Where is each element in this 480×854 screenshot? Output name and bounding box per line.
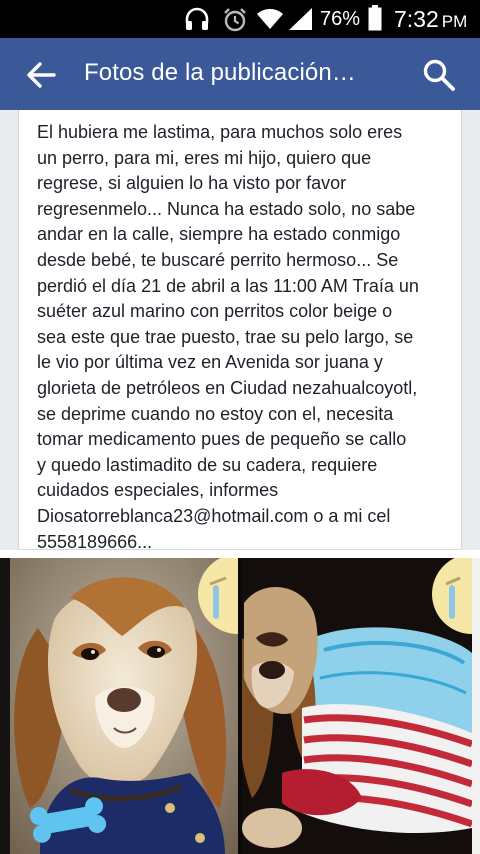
post-text-line: perdió el día 21 de abril a las 11:00 AM… [37,275,419,296]
post-text-line: suéter azul marino con perritos color be… [37,301,393,322]
photo-edge [472,558,480,854]
post-text: El hubiera me lastima, para muchos solo … [37,120,457,555]
search-icon[interactable] [422,58,456,92]
status-bar: 76% 7:32 PM [0,0,480,38]
wifi-icon [257,8,283,29]
post-text-line: regresenmelo... Nunca ha estado solo, no… [37,198,416,219]
post-text-line: cuidados especiales, informes [37,480,279,501]
page-title: Fotos de la publicación… [84,59,356,86]
battery-icon [368,5,382,31]
post-text-line: El hubiera me lastima, para muchos solo … [37,122,403,142]
post-text-line: desde bebé, te buscaré perrito hermoso..… [37,249,399,270]
post-text-line: y quedo lastimadito de su cadera, requie… [37,454,378,475]
post-text-line: un perro, para mi, eres mi hijo, quiero … [37,147,372,168]
signal-icon [289,8,312,30]
separator [0,550,480,558]
post-text-line: glorieta de petróleos en Ciudad nezahual… [37,377,418,398]
post-text-line: andar en la calle, siempre ha estado con… [37,224,401,245]
post-text-line: le vio por última vez en Avenida sor jua… [37,352,383,373]
post-text-line: tomar medicamento pues de pequeño se cal… [37,429,407,450]
alarm-icon [224,8,246,32]
clock-ampm: PM [441,12,468,31]
arrow-back-icon[interactable] [26,60,56,90]
photo-dog-sweater[interactable] [10,558,238,854]
post-text-line: se deprime cuando no estoy con el, neces… [37,403,394,424]
post-text-line: regrese, si alguien lo ha visto por favo… [37,173,347,194]
photo-edge [0,558,10,854]
post-card: El hubiera me lastima, para muchos solo … [18,110,462,552]
headphones-icon [185,7,209,30]
post-text-line: Diosatorreblanca23@hotmail.com o a mi ce… [37,505,391,526]
app-bar: Fotos de la publicación… [0,38,480,110]
post-text-line: sea este que trae puesto, trae su pelo l… [37,326,414,347]
clock: 7:32 PM [394,6,468,32]
photo-dog-striped-shirt[interactable] [242,558,472,854]
battery-percent: 76% [320,8,361,30]
